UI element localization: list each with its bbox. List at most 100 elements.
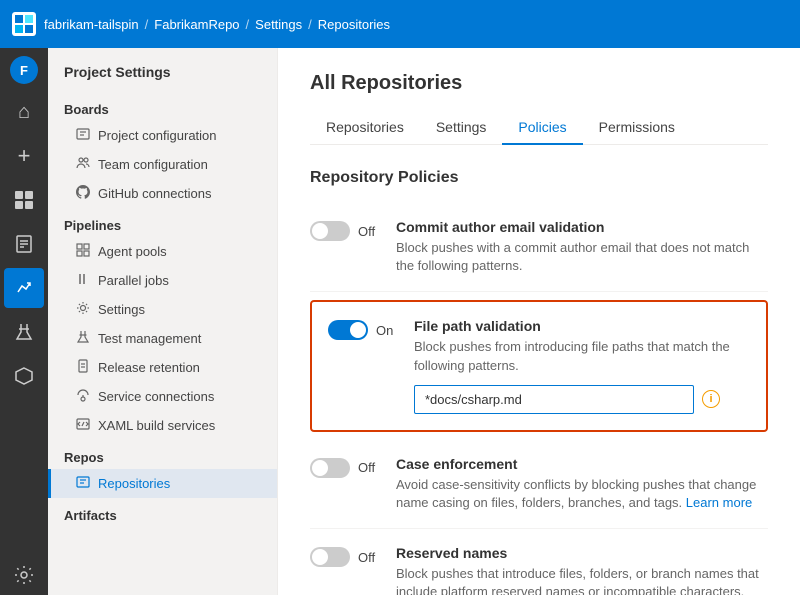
policy-name-reserved: Reserved names <box>396 545 768 561</box>
sidebar-item-repositories[interactable]: Repositories <box>48 469 277 498</box>
policy-content-reserved: Reserved names Block pushes that introdu… <box>396 545 768 595</box>
policy-name-commit-email: Commit author email validation <box>396 219 768 235</box>
policy-desc-commit-email: Block pushes with a commit author email … <box>396 239 768 275</box>
case-learn-more-link[interactable]: Learn more <box>686 495 752 510</box>
sidebar-label-project-config: Project configuration <box>98 128 217 143</box>
sidebar-item-project-config[interactable]: Project configuration <box>48 121 277 150</box>
rail-boards[interactable] <box>4 180 44 220</box>
policy-name-file-path: File path validation <box>414 318 750 334</box>
policy-desc-reserved-text: Block pushes that introduce files, folde… <box>396 566 759 595</box>
sidebar-item-service-connections[interactable]: Service connections <box>48 382 277 411</box>
policy-content-case: Case enforcement Avoid case-sensitivity … <box>396 456 768 512</box>
sidebar-section-repos: Repos <box>48 440 277 469</box>
sidebar-label-test-management: Test management <box>98 331 201 346</box>
sidebar-item-agent-pools[interactable]: Agent pools <box>48 237 277 266</box>
policy-row-case-enforcement: Off Case enforcement Avoid case-sensitiv… <box>310 440 768 529</box>
sidebar-item-github[interactable]: GitHub connections <box>48 179 277 208</box>
toggle-label-commit-email: Off <box>358 224 375 239</box>
section-title: Repository Policies <box>310 169 768 187</box>
service-connections-icon <box>76 388 90 405</box>
rail-pipelines[interactable] <box>4 268 44 308</box>
breadcrumb-repo[interactable]: FabrikamRepo <box>154 17 239 32</box>
breadcrumb-org[interactable]: fabrikam-tailspin <box>44 17 139 32</box>
sidebar-label-parallel-jobs: Parallel jobs <box>98 273 169 288</box>
sidebar-item-xaml[interactable]: XAML build services <box>48 411 277 440</box>
toggle-area-commit-email: Off <box>310 221 380 241</box>
breadcrumb-sep-1: / <box>145 17 149 32</box>
sidebar-section-boards: Boards <box>48 92 277 121</box>
toggle-label-file-path: On <box>376 323 393 338</box>
toggle-label-reserved: Off <box>358 550 375 565</box>
project-config-icon <box>76 127 90 144</box>
sidebar-label-repositories: Repositories <box>98 476 170 491</box>
sidebar-item-parallel-jobs[interactable]: Parallel jobs <box>48 266 277 295</box>
content-area: All Repositories Repositories Settings P… <box>278 48 800 595</box>
breadcrumb: fabrikam-tailspin / FabrikamRepo / Setti… <box>44 17 390 32</box>
breadcrumb-settings[interactable]: Settings <box>255 17 302 32</box>
tab-policies[interactable]: Policies <box>502 111 582 145</box>
policy-desc-file-path: Block pushes from introducing file paths… <box>414 338 750 374</box>
toggle-file-path[interactable] <box>328 320 368 340</box>
settings-icon <box>76 301 90 318</box>
sidebar-section-pipelines: Pipelines <box>48 208 277 237</box>
policy-row-file-path: On File path validation Block pushes fro… <box>310 300 768 431</box>
parallel-jobs-icon <box>76 272 90 289</box>
rail-test[interactable] <box>4 312 44 352</box>
policy-content-commit-email: Commit author email validation Block pus… <box>396 219 768 275</box>
agent-pools-icon <box>76 243 90 260</box>
rail-settings[interactable] <box>4 555 44 595</box>
tabs-bar: Repositories Settings Policies Permissio… <box>310 111 768 145</box>
policy-desc-case: Avoid case-sensitivity conflicts by bloc… <box>396 476 768 512</box>
rail-home[interactable]: ⌂ <box>4 92 44 132</box>
breadcrumb-sep-3: / <box>308 17 312 32</box>
test-management-icon <box>76 330 90 347</box>
policy-input-row-file-path: i <box>414 385 750 414</box>
tab-repositories[interactable]: Repositories <box>310 111 420 145</box>
sidebar-label-xaml: XAML build services <box>98 418 215 433</box>
toggle-area-file-path: On <box>328 320 398 340</box>
sidebar-item-release-retention[interactable]: Release retention <box>48 353 277 382</box>
team-config-icon <box>76 156 90 173</box>
toggle-case[interactable] <box>310 458 350 478</box>
release-retention-icon <box>76 359 90 376</box>
info-icon-file-path[interactable]: i <box>702 390 720 408</box>
policy-desc-reserved: Block pushes that introduce files, folde… <box>396 565 768 595</box>
topbar: fabrikam-tailspin / FabrikamRepo / Setti… <box>0 0 800 48</box>
tab-settings[interactable]: Settings <box>420 111 503 145</box>
policy-row-reserved-names: Off Reserved names Block pushes that int… <box>310 529 768 595</box>
rail-repos[interactable] <box>4 224 44 264</box>
toggle-label-case: Off <box>358 460 375 475</box>
breadcrumb-sep-2: / <box>246 17 250 32</box>
sidebar-item-settings[interactable]: Settings <box>48 295 277 324</box>
toggle-commit-email[interactable] <box>310 221 350 241</box>
toggle-reserved[interactable] <box>310 547 350 567</box>
sidebar-label-agent-pools: Agent pools <box>98 244 167 259</box>
sidebar-label-release-retention: Release retention <box>98 360 200 375</box>
user-avatar[interactable]: F <box>10 56 38 84</box>
sidebar-label-settings: Settings <box>98 302 145 317</box>
page-title: All Repositories <box>310 72 768 95</box>
sidebar-item-team-config[interactable]: Team configuration <box>48 150 277 179</box>
toggle-area-reserved: Off <box>310 547 380 567</box>
tab-permissions[interactable]: Permissions <box>583 111 691 145</box>
sidebar-section-artifacts: Artifacts <box>48 498 277 527</box>
sidebar-label-service-connections: Service connections <box>98 389 214 404</box>
file-path-input[interactable] <box>414 385 694 414</box>
app-logo[interactable] <box>12 12 36 36</box>
rail-artifacts[interactable] <box>4 356 44 396</box>
breadcrumb-repositories[interactable]: Repositories <box>318 17 390 32</box>
policy-name-case: Case enforcement <box>396 456 768 472</box>
icon-rail: F ⌂ + <box>0 48 48 595</box>
rail-add[interactable]: + <box>4 136 44 176</box>
github-icon <box>76 185 90 202</box>
repositories-icon <box>76 475 90 492</box>
sidebar-label-team-config: Team configuration <box>98 157 208 172</box>
toggle-area-case: Off <box>310 458 380 478</box>
sidebar-item-test-management[interactable]: Test management <box>48 324 277 353</box>
sidebar: Project Settings Boards Project configur… <box>48 48 278 595</box>
policy-content-file-path: File path validation Block pushes from i… <box>414 318 750 413</box>
sidebar-label-github: GitHub connections <box>98 186 211 201</box>
policy-row-commit-email: Off Commit author email validation Block… <box>310 203 768 292</box>
xaml-icon <box>76 417 90 434</box>
sidebar-title: Project Settings <box>48 60 277 92</box>
